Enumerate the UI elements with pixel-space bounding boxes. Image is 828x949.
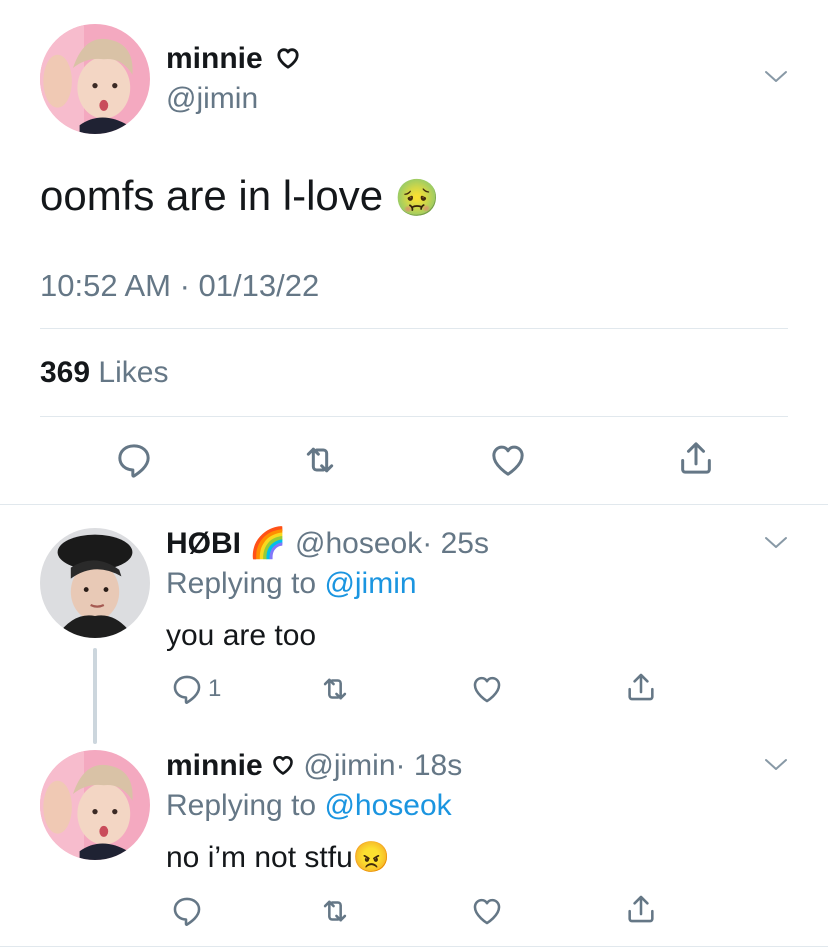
main-tweet-timestamp[interactable]: 10:52 AM · 01/13/22 <box>40 268 319 304</box>
reply-icon <box>170 672 204 706</box>
reply-text: no i’m not stfu😠 <box>166 841 391 874</box>
likes-stat[interactable]: 369 Likes <box>40 356 168 390</box>
reply-display-name[interactable]: minnie <box>166 749 263 782</box>
like-icon <box>470 672 504 706</box>
retweet-button[interactable] <box>318 894 352 928</box>
chevron-down-icon <box>764 70 788 84</box>
angry-face-emoji: 😠 <box>352 841 391 874</box>
like-button[interactable] <box>470 672 504 706</box>
divider <box>40 328 788 329</box>
like-icon <box>470 894 504 928</box>
reply-time[interactable]: · 25s <box>422 527 489 560</box>
share-icon <box>624 892 658 926</box>
reply-display-name[interactable]: HØBI <box>166 527 241 560</box>
main-tweet-text: oomfs are in l-love 🤢 <box>40 172 440 219</box>
share-button[interactable] <box>676 438 716 478</box>
section-divider <box>0 504 828 505</box>
replying-to-link[interactable]: @hoseok <box>324 789 451 822</box>
reply-button[interactable]: 1 <box>170 672 221 706</box>
retweet-button[interactable] <box>318 672 352 706</box>
section-divider <box>0 946 828 947</box>
reply-button[interactable] <box>114 440 154 480</box>
rainbow-emoji: 🌈 <box>249 527 287 560</box>
replying-to: Replying to @hoseok <box>166 789 452 822</box>
reply-menu[interactable] <box>764 536 788 555</box>
main-tweet-avatar[interactable] <box>40 24 150 134</box>
reply-count: 1 <box>208 675 222 702</box>
chevron-down-icon <box>764 536 788 550</box>
heart-outline-icon <box>275 45 301 71</box>
heart-outline-icon <box>271 753 295 777</box>
reply-header: minnie @jimin· 18s <box>166 748 462 784</box>
thread-line <box>93 648 97 744</box>
retweet-icon <box>318 672 352 706</box>
main-tweet-menu[interactable] <box>764 70 788 89</box>
retweet-icon <box>318 894 352 928</box>
reply-handle[interactable]: @jimin <box>303 749 395 782</box>
like-button[interactable] <box>488 440 528 480</box>
like-icon <box>488 440 528 480</box>
retweet-icon <box>300 440 340 480</box>
reply-handle[interactable]: @hoseok <box>295 527 422 560</box>
main-tweet-display-name[interactable]: minnie <box>166 42 301 76</box>
main-tweet-handle[interactable]: @jimin <box>166 82 258 116</box>
like-button[interactable] <box>470 894 504 928</box>
reply-text: you are too <box>166 619 317 652</box>
reply-time[interactable]: · 18s <box>396 749 463 782</box>
reply-icon <box>114 440 154 480</box>
replying-to-link[interactable]: @jimin <box>324 567 416 600</box>
share-button[interactable] <box>624 892 658 926</box>
reply-header: HØBI 🌈 @hoseok· 25s <box>166 526 489 562</box>
reply-icon <box>170 894 204 928</box>
share-icon <box>624 670 658 704</box>
reply-avatar[interactable] <box>40 750 150 860</box>
reply-menu[interactable] <box>764 758 788 777</box>
reply-button[interactable] <box>170 894 204 928</box>
chevron-down-icon <box>764 758 788 772</box>
retweet-button[interactable] <box>300 440 340 480</box>
replying-to: Replying to @jimin <box>166 567 417 600</box>
share-button[interactable] <box>624 670 658 704</box>
divider <box>40 416 788 417</box>
share-icon <box>676 438 716 478</box>
nauseated-face-emoji: 🤢 <box>394 177 440 218</box>
reply-avatar[interactable] <box>40 528 150 638</box>
